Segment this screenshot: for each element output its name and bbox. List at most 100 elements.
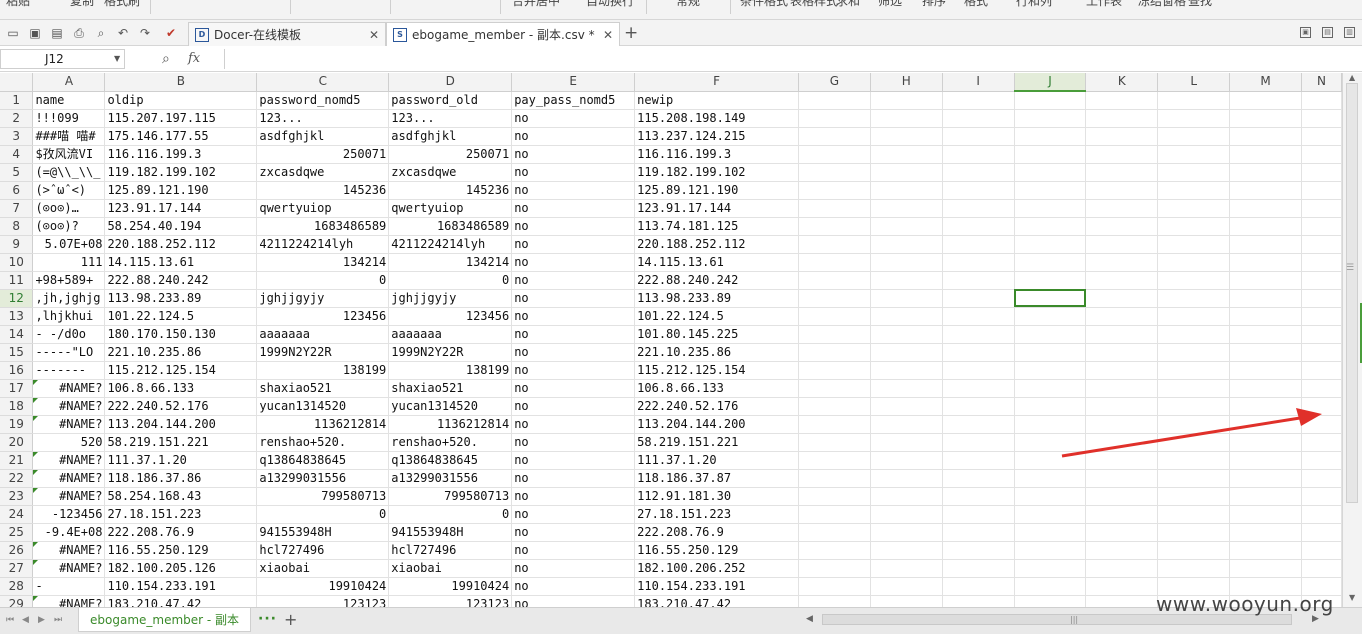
- cell-d20[interactable]: renshao+520.: [388, 433, 513, 452]
- cell-e3[interactable]: no: [511, 127, 636, 146]
- ribbon-item[interactable]: 筛选: [878, 0, 902, 9]
- cell-a29[interactable]: #NAME?: [32, 595, 106, 607]
- cell-c6[interactable]: 145236: [256, 181, 390, 200]
- cell-g14[interactable]: [798, 325, 871, 344]
- column-header-e[interactable]: E: [511, 73, 636, 92]
- cell-k7[interactable]: [1085, 199, 1159, 218]
- cell-f26[interactable]: 116.55.250.129: [634, 541, 800, 560]
- cell-i21[interactable]: [942, 451, 1015, 470]
- cell-e4[interactable]: no: [511, 145, 636, 164]
- cell-j9[interactable]: [1014, 235, 1087, 254]
- cell-f10[interactable]: 14.115.13.61: [634, 253, 800, 272]
- cell-c18[interactable]: yucan1314520: [256, 397, 390, 416]
- cell-i27[interactable]: [942, 559, 1015, 578]
- row-header[interactable]: 24: [0, 505, 34, 524]
- cell-b1[interactable]: oldip: [104, 91, 258, 110]
- ribbon-item[interactable]: 条件格式: [740, 0, 788, 9]
- ribbon-item[interactable]: 工作表: [1086, 0, 1122, 9]
- cell-f17[interactable]: 106.8.66.133: [634, 379, 800, 398]
- cell-f25[interactable]: 222.208.76.9: [634, 523, 800, 542]
- cell-k24[interactable]: [1085, 505, 1159, 524]
- cell-l13[interactable]: [1157, 307, 1231, 326]
- select-all-corner[interactable]: [0, 73, 34, 92]
- cell-m22[interactable]: [1229, 469, 1302, 488]
- cell-m24[interactable]: [1229, 505, 1302, 524]
- cell-l15[interactable]: [1157, 343, 1231, 362]
- row-header[interactable]: 2: [0, 109, 34, 128]
- cell-k27[interactable]: [1085, 559, 1159, 578]
- row-header[interactable]: 4: [0, 145, 34, 164]
- cell-b2[interactable]: 115.207.197.115: [104, 109, 258, 128]
- open-folder-icon[interactable]: ▭: [6, 26, 20, 40]
- redo-icon[interactable]: ↷: [138, 26, 152, 40]
- cell-e24[interactable]: no: [511, 505, 636, 524]
- cell-h6[interactable]: [870, 181, 943, 200]
- cell-a15[interactable]: -----"LO: [32, 343, 106, 362]
- cell-b4[interactable]: 116.116.199.3: [104, 145, 258, 164]
- cell-e8[interactable]: no: [511, 217, 636, 236]
- zoom-icon[interactable]: ⌕: [162, 51, 170, 67]
- cell-l9[interactable]: [1157, 235, 1231, 254]
- next-sheet-icon[interactable]: ▶: [38, 615, 45, 625]
- cell-d29[interactable]: 123123: [388, 595, 513, 607]
- cell-g16[interactable]: [798, 361, 871, 380]
- cell-c10[interactable]: 134214: [256, 253, 390, 272]
- ribbon-item[interactable]: 常规: [676, 0, 700, 9]
- cell-k8[interactable]: [1085, 217, 1159, 236]
- cell-c3[interactable]: asdfghjkl: [256, 127, 390, 146]
- cell-l17[interactable]: [1157, 379, 1231, 398]
- cell-c13[interactable]: 123456: [256, 307, 390, 326]
- cell-e6[interactable]: no: [511, 181, 636, 200]
- cell-m17[interactable]: [1229, 379, 1302, 398]
- cell-e21[interactable]: no: [511, 451, 636, 470]
- cell-g25[interactable]: [798, 523, 871, 542]
- cell-d19[interactable]: 1136212814: [388, 415, 513, 434]
- scroll-thumb[interactable]: [1346, 83, 1358, 503]
- cell-l25[interactable]: [1157, 523, 1231, 542]
- cell-h7[interactable]: [870, 199, 943, 218]
- row-header[interactable]: 14: [0, 325, 34, 344]
- cell-a21[interactable]: #NAME?: [32, 451, 106, 470]
- row-header[interactable]: 18: [0, 397, 34, 416]
- cell-f18[interactable]: 222.240.52.176: [634, 397, 800, 416]
- cell-a1[interactable]: name: [32, 91, 106, 110]
- cell-j21[interactable]: [1014, 451, 1087, 470]
- cell-c1[interactable]: password_nomd5: [256, 91, 390, 110]
- cell-e22[interactable]: no: [511, 469, 636, 488]
- column-header-f[interactable]: F: [634, 73, 800, 92]
- cell-e23[interactable]: no: [511, 487, 636, 506]
- cell-j1[interactable]: [1014, 91, 1087, 110]
- cell-a13[interactable]: ,lhjkhui: [32, 307, 106, 326]
- cell-h17[interactable]: [870, 379, 943, 398]
- sheet-tab[interactable]: ebogame_member - 副本: [78, 608, 252, 632]
- cell-h23[interactable]: [870, 487, 943, 506]
- save-icon[interactable]: ▣: [28, 26, 42, 40]
- row-header[interactable]: 20: [0, 433, 34, 452]
- cell-d15[interactable]: 1999N2Y22R: [388, 343, 513, 362]
- row-header[interactable]: 23: [0, 487, 34, 506]
- ribbon-item[interactable]: 粘贴: [6, 0, 30, 9]
- cell-a12[interactable]: ,jh,jghjg: [32, 289, 106, 308]
- cell-b24[interactable]: 27.18.151.223: [104, 505, 258, 524]
- cell-k10[interactable]: [1085, 253, 1159, 272]
- cell-e5[interactable]: no: [511, 163, 636, 182]
- cell-d22[interactable]: a13299031556: [388, 469, 513, 488]
- cell-l6[interactable]: [1157, 181, 1231, 200]
- cell-n2[interactable]: [1301, 109, 1342, 128]
- cell-d12[interactable]: jghjjgyjy: [388, 289, 513, 308]
- cell-j11[interactable]: [1014, 271, 1087, 290]
- close-icon[interactable]: ✕: [361, 28, 379, 42]
- cell-m6[interactable]: [1229, 181, 1302, 200]
- cell-i23[interactable]: [942, 487, 1015, 506]
- cell-l14[interactable]: [1157, 325, 1231, 344]
- cell-i18[interactable]: [942, 397, 1015, 416]
- cell-b25[interactable]: 222.208.76.9: [104, 523, 258, 542]
- cell-m14[interactable]: [1229, 325, 1302, 344]
- cell-j14[interactable]: [1014, 325, 1087, 344]
- cell-k29[interactable]: [1085, 595, 1159, 607]
- cell-h18[interactable]: [870, 397, 943, 416]
- cell-c21[interactable]: q13864838645: [256, 451, 390, 470]
- cell-k11[interactable]: [1085, 271, 1159, 290]
- cell-f8[interactable]: 113.74.181.125: [634, 217, 800, 236]
- cell-m21[interactable]: [1229, 451, 1302, 470]
